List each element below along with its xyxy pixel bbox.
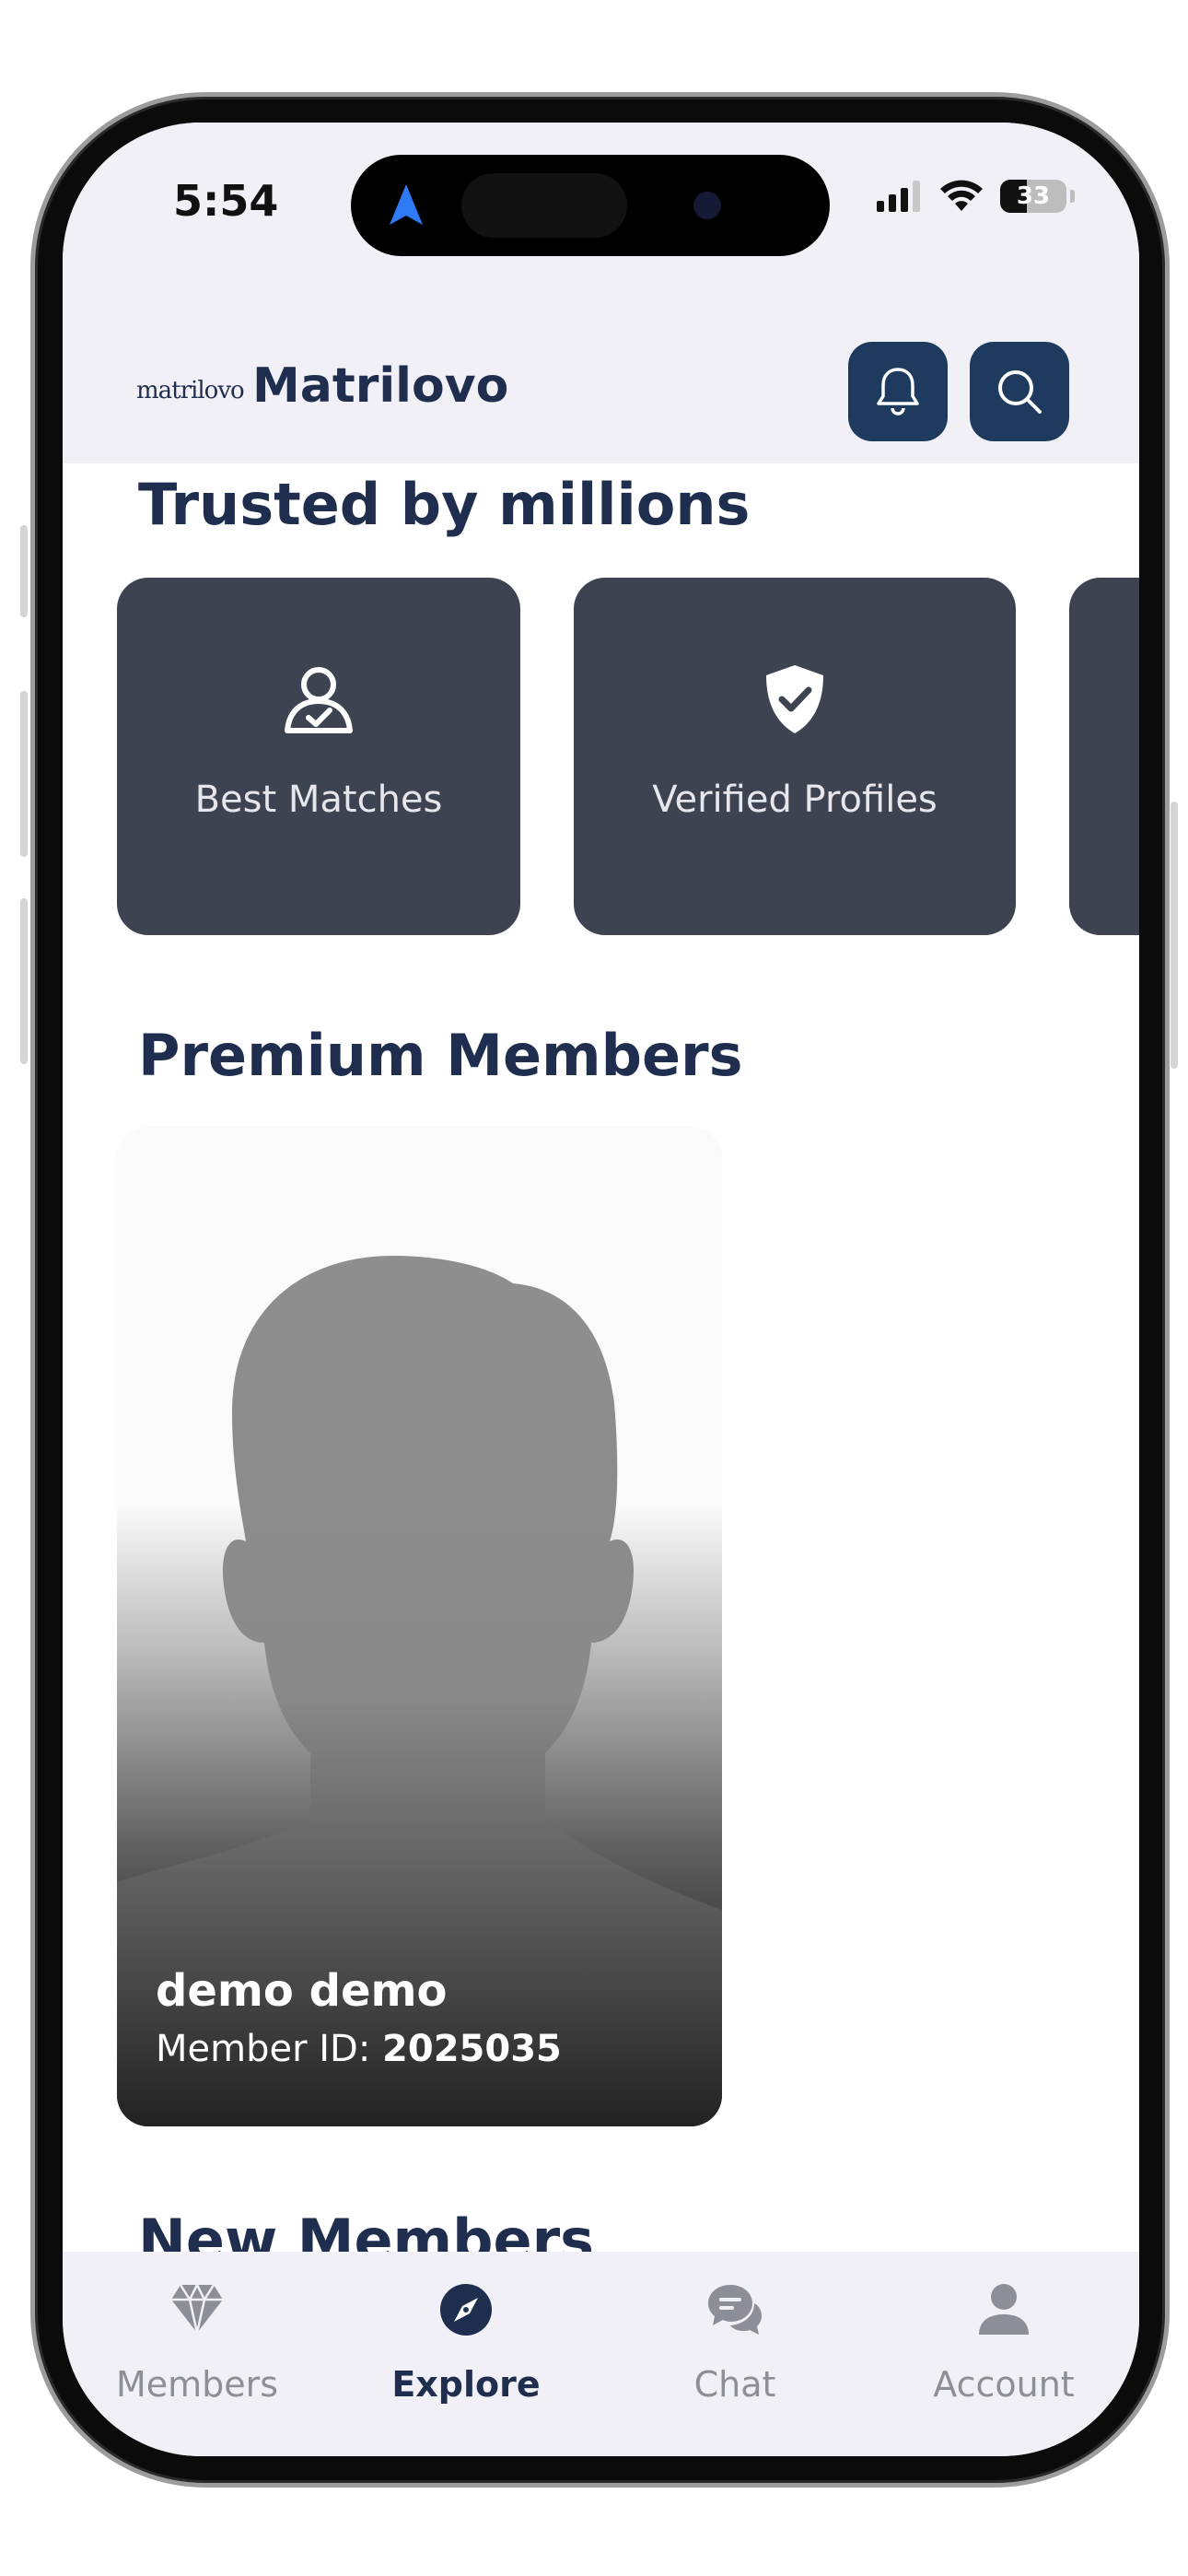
tab-account-label: Account: [933, 2364, 1075, 2405]
tab-chat[interactable]: Chat: [600, 2252, 869, 2456]
best-matches-card[interactable]: Best Matches: [117, 578, 520, 935]
tab-chat-label: Chat: [693, 2364, 776, 2405]
member-name: demo demo: [156, 1965, 448, 2017]
premium-member-card[interactable]: demo demo Member ID: 2025035: [117, 1127, 722, 2126]
shield-check-icon: [766, 665, 823, 733]
member-id-value: 2025035: [382, 2028, 562, 2070]
member-id: Member ID: 2025035: [156, 2028, 562, 2070]
status-time: 5:54: [173, 176, 279, 226]
tab-members-label: Members: [115, 2364, 279, 2405]
cellular-signal-icon: [877, 181, 920, 212]
battery-tip: [1070, 190, 1075, 203]
app-header: matrilovo Matrilovo: [63, 270, 1139, 463]
notifications-button[interactable]: [848, 342, 948, 441]
battery-icon: 33: [1000, 180, 1066, 213]
app-screen: 5:54 33 matrilovo Matrilovo Trusted by m…: [63, 123, 1139, 2456]
verified-profiles-label: Verified Profiles: [652, 779, 938, 821]
dynamic-island: [351, 155, 830, 256]
volume-up-button: [20, 691, 28, 857]
wifi-icon: [940, 180, 983, 211]
bottom-tab-bar: Members Explore Chat Account: [63, 2252, 1139, 2456]
tab-members[interactable]: Members: [63, 2252, 332, 2456]
user-icon: [979, 2284, 1029, 2335]
best-matches-label: Best Matches: [194, 779, 443, 821]
compass-icon: [440, 2284, 492, 2336]
trusted-section-title: Trusted by millions: [138, 471, 751, 538]
next-feature-card[interactable]: [1069, 578, 1139, 935]
battery-level: 33: [1016, 182, 1051, 210]
diamond-icon: [171, 2283, 223, 2334]
person-check-icon: [285, 667, 353, 733]
power-button: [1171, 802, 1178, 1069]
verified-profiles-card[interactable]: Verified Profiles: [574, 578, 1016, 935]
chat-icon: [708, 2285, 762, 2335]
status-icons: 33: [877, 180, 1075, 213]
member-id-label: Member ID:: [156, 2028, 371, 2070]
tab-account[interactable]: Account: [869, 2252, 1138, 2456]
status-bar: 5:54 33: [63, 123, 1139, 270]
action-button: [20, 525, 28, 617]
tab-explore[interactable]: Explore: [332, 2252, 600, 2456]
camera-icon: [693, 192, 721, 219]
bell-icon: [877, 368, 919, 416]
search-icon: [998, 370, 1042, 414]
logo: matrilovo: [136, 377, 245, 404]
premium-section-title: Premium Members: [138, 1022, 743, 1089]
location-arrow-icon: [390, 184, 423, 225]
search-button[interactable]: [970, 342, 1069, 441]
brand-name: Matrilovo: [252, 358, 509, 414]
tab-explore-label: Explore: [391, 2364, 541, 2405]
volume-down-button: [20, 898, 28, 1064]
island-pill: [461, 173, 627, 238]
